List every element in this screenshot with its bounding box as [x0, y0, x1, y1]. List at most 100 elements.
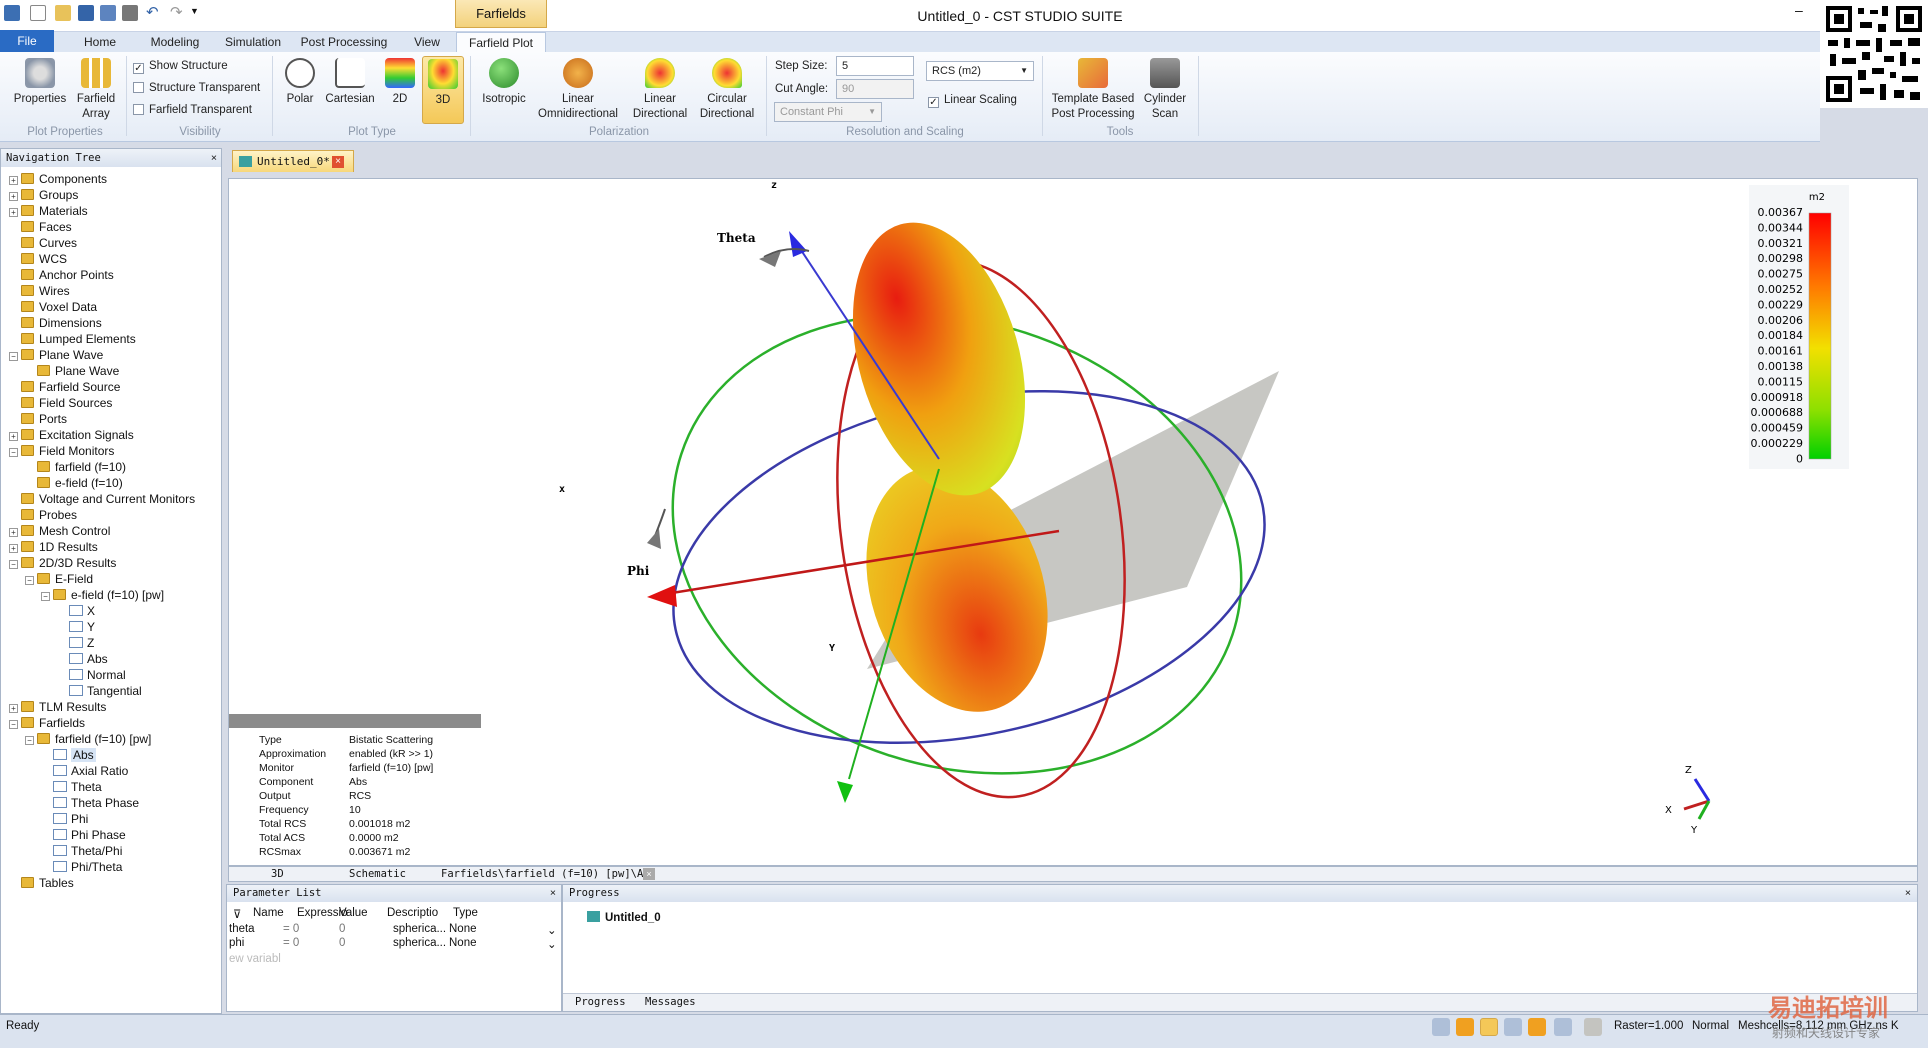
- tab-modeling[interactable]: Modeling: [132, 32, 218, 52]
- collapse-icon[interactable]: −: [9, 560, 18, 569]
- nav-tree-item[interactable]: X: [57, 603, 95, 619]
- rcs-unit-select[interactable]: RCS (m2) ▼: [926, 61, 1034, 81]
- collapse-icon[interactable]: −: [9, 352, 18, 361]
- minimize-button[interactable]: –: [1795, 2, 1803, 18]
- tab-farfield-abs[interactable]: Farfields\farfield (f=10) [pw]\Abs: [441, 867, 656, 881]
- tab-schematic[interactable]: Schematic: [349, 867, 406, 881]
- nav-tree-item[interactable]: − farfield (f=10) [pw]: [25, 731, 151, 747]
- nav-tree-item[interactable]: Dimensions: [9, 315, 102, 331]
- step-size-input[interactable]: 5: [836, 56, 914, 76]
- expand-icon[interactable]: +: [9, 432, 18, 441]
- expand-icon[interactable]: +: [9, 192, 18, 201]
- nav-tree-item[interactable]: Ports: [9, 411, 67, 427]
- linear-scaling-checkbox[interactable]: ✓ Linear Scaling: [928, 94, 1017, 108]
- app-menu-icon[interactable]: [4, 5, 20, 21]
- properties-button[interactable]: Properties: [8, 58, 72, 107]
- polar-button[interactable]: Polar: [280, 58, 320, 107]
- constant-phi-select[interactable]: Constant Phi ▼: [774, 102, 882, 122]
- param-column-header[interactable]: Name: [253, 907, 284, 919]
- tab-home[interactable]: Home: [68, 32, 132, 52]
- farfield-3d-scene[interactable]: z x Y Theta Phi X Z Y m2 0.003670.003440…: [229, 179, 1917, 865]
- nav-tree-item[interactable]: Theta Phase: [41, 795, 139, 811]
- zoom-icon[interactable]: [1432, 1018, 1450, 1036]
- nav-tree-item[interactable]: +1D Results: [9, 539, 98, 555]
- redo-icon[interactable]: ↷: [170, 3, 183, 21]
- nav-tree-item[interactable]: Voltage and Current Monitors: [9, 491, 195, 507]
- param-column-header[interactable]: Type: [453, 907, 478, 919]
- cartesian-button[interactable]: Cartesian: [322, 58, 378, 107]
- param-row[interactable]: phi = 0 0 spherica... None ⌄: [227, 937, 561, 951]
- tab-messages[interactable]: Messages: [645, 994, 696, 1010]
- new-file-icon[interactable]: [30, 5, 46, 21]
- nav-tree-item[interactable]: Wires: [9, 283, 70, 299]
- nav-tree-item[interactable]: − Field Monitors: [9, 443, 114, 459]
- nav-tree-item[interactable]: Curves: [9, 235, 77, 251]
- customize-toolbar-icon[interactable]: ▼: [190, 6, 199, 16]
- view-cube-icon[interactable]: [1584, 1018, 1602, 1036]
- new-variable-input[interactable]: ew variabl: [229, 953, 281, 965]
- print-icon[interactable]: [122, 5, 138, 21]
- chevron-down-icon[interactable]: ⌄: [547, 937, 557, 951]
- nav-tree-item[interactable]: farfield (f=10): [25, 459, 126, 475]
- 3d-button[interactable]: 3D: [422, 56, 464, 124]
- filter-icon[interactable]: ⊽: [233, 907, 241, 921]
- collapse-icon[interactable]: −: [9, 448, 18, 457]
- tab-progress[interactable]: Progress: [575, 994, 626, 1010]
- collapse-icon[interactable]: −: [25, 576, 34, 585]
- zoom-window-icon[interactable]: [1504, 1018, 1522, 1036]
- nav-tree-item[interactable]: Tables: [9, 875, 74, 891]
- expand-icon[interactable]: +: [9, 544, 18, 553]
- orientation-gizmo[interactable]: X Z Y: [1665, 765, 1711, 836]
- param-column-header[interactable]: Value: [339, 907, 368, 919]
- nav-tree-item[interactable]: Phi: [41, 811, 88, 827]
- expand-icon[interactable]: +: [9, 704, 18, 713]
- 2d-button[interactable]: 2D: [380, 58, 420, 107]
- nav-tree-item[interactable]: Plane Wave: [25, 363, 119, 379]
- nav-tree-item[interactable]: + TLM Results: [9, 699, 106, 715]
- expand-icon[interactable]: +: [9, 208, 18, 217]
- nav-tree-item[interactable]: Phi/Theta: [41, 859, 122, 875]
- nav-tree-item[interactable]: + Mesh Control: [9, 523, 110, 539]
- collapse-icon[interactable]: −: [41, 592, 50, 601]
- tab-simulation[interactable]: Simulation: [208, 32, 298, 52]
- close-icon[interactable]: ×: [550, 885, 556, 902]
- nav-tree-item[interactable]: Y: [57, 619, 95, 635]
- nav-tree-item[interactable]: Normal: [57, 667, 126, 683]
- nav-tree-item[interactable]: Probes: [9, 507, 77, 523]
- farfield-transparent-checkbox[interactable]: Farfield Transparent: [133, 104, 252, 116]
- nav-tree-item[interactable]: Theta/Phi: [41, 843, 122, 859]
- nav-tree-item[interactable]: Phi Phase: [41, 827, 126, 843]
- nav-tree-item[interactable]: Theta: [41, 779, 102, 795]
- nav-tree-item[interactable]: − 2D/3D Results: [9, 555, 116, 571]
- nav-tree-item[interactable]: + Materials: [9, 203, 88, 219]
- tab-farfield-plot[interactable]: Farfield Plot: [456, 32, 546, 52]
- show-structure-checkbox[interactable]: ✓ Show Structure: [133, 60, 228, 74]
- collapse-icon[interactable]: −: [9, 720, 18, 729]
- progress-item[interactable]: Untitled_0: [587, 911, 661, 924]
- rotate-icon[interactable]: [1480, 1018, 1498, 1036]
- nav-tree-item[interactable]: − Plane Wave: [9, 347, 103, 363]
- tab-view[interactable]: View: [400, 32, 454, 52]
- cylinder-scan-button[interactable]: Cylinder Scan: [1138, 58, 1192, 122]
- nav-tree-item[interactable]: − E-Field: [25, 571, 93, 587]
- spin-icon[interactable]: [1528, 1018, 1546, 1036]
- circular-directional-button[interactable]: Circular Directional: [696, 58, 758, 122]
- nav-tree-item[interactable]: Faces: [9, 219, 72, 235]
- nav-tree-item[interactable]: Anchor Points: [9, 267, 114, 283]
- save-all-icon[interactable]: [100, 5, 116, 21]
- nav-tree-item[interactable]: − Farfields: [9, 715, 85, 731]
- expand-icon[interactable]: +: [9, 176, 18, 185]
- isotropic-button[interactable]: Isotropic: [476, 58, 532, 107]
- chevron-down-icon[interactable]: ⌄: [547, 923, 557, 937]
- nav-tree-item[interactable]: + Components: [9, 171, 107, 187]
- close-icon[interactable]: ×: [332, 156, 344, 168]
- template-post-processing-button[interactable]: Template Based Post Processing: [1048, 58, 1138, 122]
- pan-icon[interactable]: [1456, 1018, 1474, 1036]
- collapse-icon[interactable]: −: [25, 736, 34, 745]
- close-icon[interactable]: ×: [211, 149, 217, 167]
- cut-angle-input[interactable]: 90: [836, 79, 914, 99]
- nav-tree-item[interactable]: Abs: [57, 651, 108, 667]
- save-icon[interactable]: [78, 5, 94, 21]
- close-icon[interactable]: ×: [643, 868, 655, 880]
- linear-omnidirectional-button[interactable]: Linear Omnidirectional: [534, 58, 622, 122]
